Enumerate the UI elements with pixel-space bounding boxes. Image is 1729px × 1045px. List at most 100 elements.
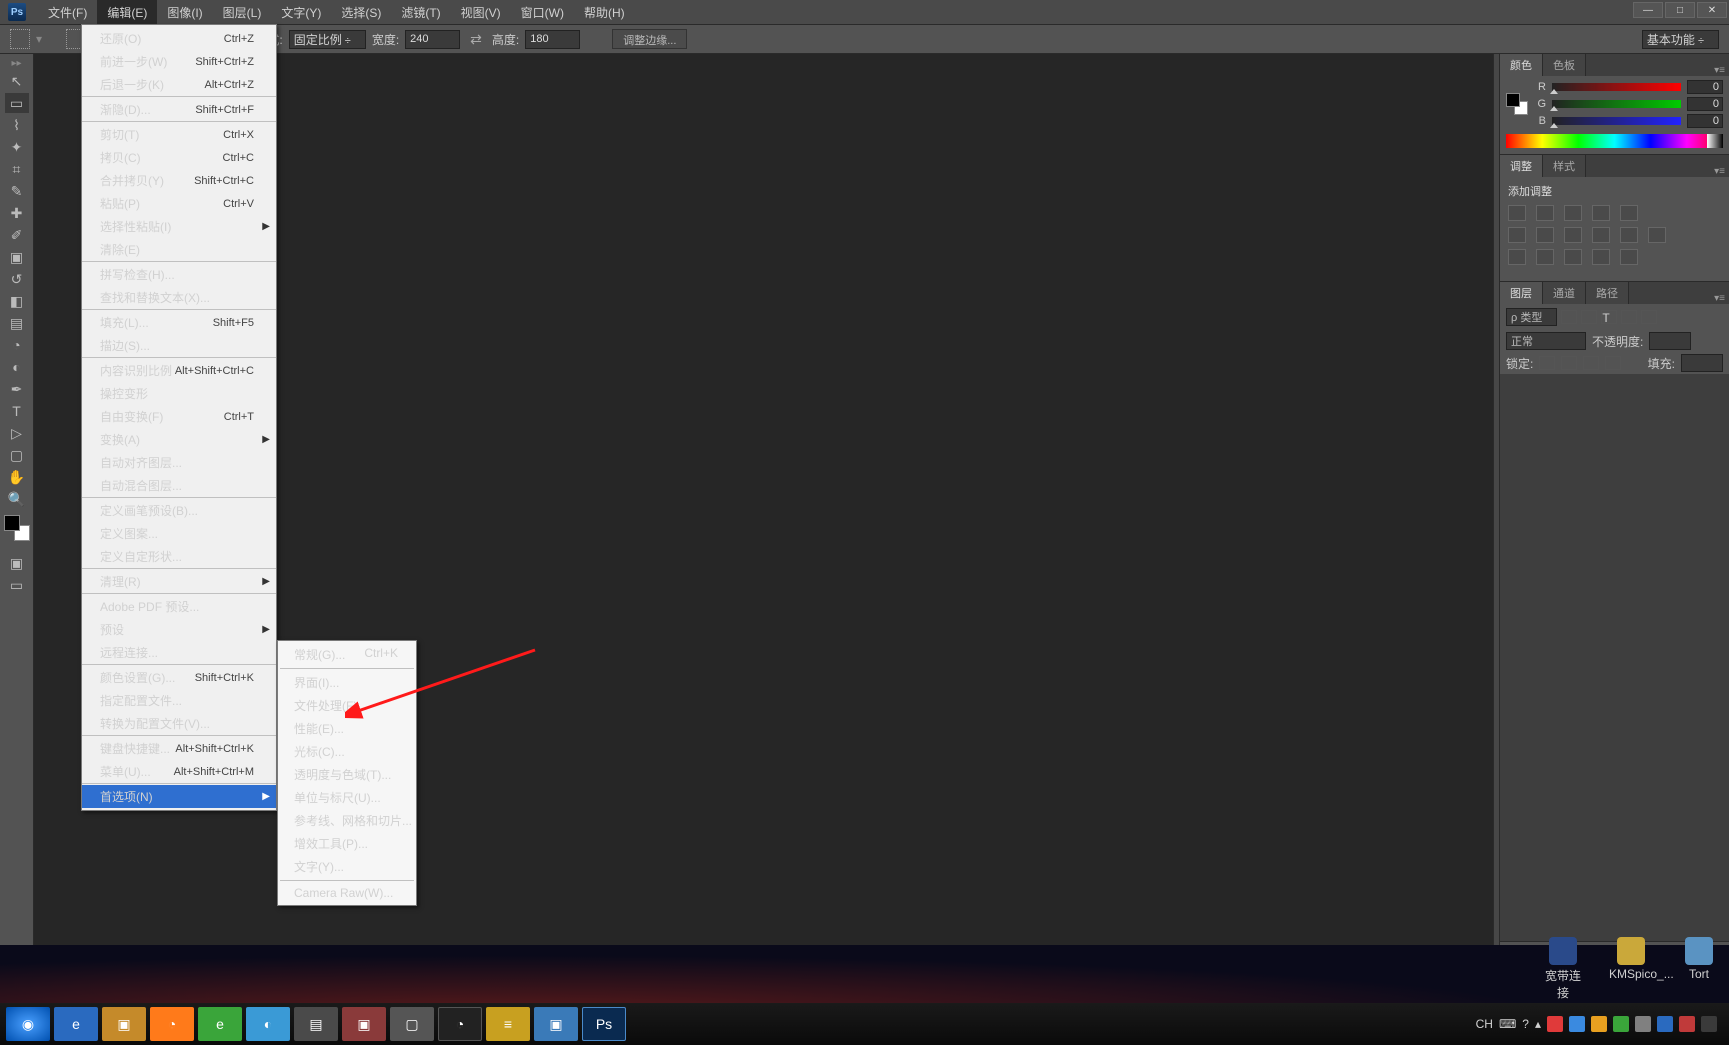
slider-b[interactable] <box>1552 117 1681 125</box>
value-g[interactable]: 0 <box>1687 97 1723 111</box>
path-select-tool-icon[interactable]: ▷ <box>5 423 29 443</box>
adj-posterize-icon[interactable] <box>1536 249 1554 265</box>
lasso-tool-icon[interactable]: ⌇ <box>5 115 29 135</box>
tab-swatches[interactable]: 色板 <box>1543 54 1586 76</box>
slider-r[interactable] <box>1552 83 1681 91</box>
wand-tool-icon[interactable]: ✦ <box>5 137 29 157</box>
tab-styles[interactable]: 样式 <box>1543 155 1586 177</box>
panel-menu-icon[interactable]: ▾≡ <box>1714 65 1725 76</box>
edit-menu-item[interactable]: 定义图案... <box>82 522 276 545</box>
prefs-units[interactable]: 单位与标尺(U)... <box>278 786 416 809</box>
workspace-select[interactable]: 基本功能 ÷ <box>1642 30 1719 49</box>
start-button[interactable]: ◉ <box>6 1007 50 1041</box>
tray-icon[interactable] <box>1657 1016 1673 1032</box>
adj-bw-icon[interactable] <box>1564 227 1582 243</box>
desktop-shortcut-kmspico[interactable]: KMSpico_... <box>1609 937 1653 1001</box>
edit-menu-item[interactable]: 定义画笔预设(B)... <box>82 499 276 522</box>
edit-menu-item[interactable]: 渐隐(D)...Shift+Ctrl+F <box>82 98 276 122</box>
stamp-tool-icon[interactable]: ▣ <box>5 247 29 267</box>
prefs-cameraraw[interactable]: Camera Raw(W)... <box>278 883 416 903</box>
adj-levels-icon[interactable] <box>1536 205 1554 221</box>
gradient-tool-icon[interactable]: ▤ <box>5 313 29 333</box>
tray-volume-icon[interactable] <box>1679 1016 1695 1032</box>
prefs-guides[interactable]: 参考线、网格和切片... <box>278 809 416 832</box>
quickmask-icon[interactable]: ▣ <box>5 553 29 573</box>
edit-menu-item[interactable]: 自动混合图层... <box>82 474 276 498</box>
tray-icon[interactable] <box>1569 1016 1585 1032</box>
tab-paths[interactable]: 路径 <box>1586 282 1629 304</box>
tab-color[interactable]: 颜色 <box>1500 54 1543 76</box>
edit-menu-item[interactable]: Adobe PDF 预设... <box>82 595 276 618</box>
desktop-shortcut-tort[interactable]: Tort <box>1677 937 1721 1001</box>
edit-menu-item[interactable]: 自动对齐图层... <box>82 451 276 474</box>
pen-tool-icon[interactable]: ✒ <box>5 379 29 399</box>
width-input[interactable] <box>405 30 460 49</box>
edit-menu-item[interactable]: 转换为配置文件(V)... <box>82 712 276 736</box>
move-tool-icon[interactable]: ↖ <box>5 71 29 91</box>
taskbar-photoshop-icon[interactable]: Ps <box>582 1007 626 1041</box>
value-b[interactable]: 0 <box>1687 114 1723 128</box>
prefs-transparency[interactable]: 透明度与色域(T)... <box>278 763 416 786</box>
edit-menu-item[interactable]: 清除(E) <box>82 238 276 262</box>
taskbar-app-icon[interactable]: ◔ <box>150 1007 194 1041</box>
taskbar-app3-icon[interactable]: ▣ <box>342 1007 386 1041</box>
edit-menu-item[interactable]: 选择性粘贴(I)▶ <box>82 215 276 238</box>
edit-menu-item[interactable]: 指定配置文件... <box>82 689 276 712</box>
filter-pixel-icon[interactable] <box>1561 310 1577 324</box>
taskbar-360-icon[interactable]: e <box>198 1007 242 1041</box>
edit-menu-item[interactable]: 剪切(T)Ctrl+X <box>82 123 276 146</box>
menu-type[interactable]: 文字(Y) <box>271 0 331 25</box>
type-tool-icon[interactable]: T <box>5 401 29 421</box>
blend-mode-select[interactable]: 正常 <box>1506 332 1586 350</box>
filter-adj-icon[interactable] <box>1581 310 1597 324</box>
edit-menu-item[interactable]: 定义自定形状... <box>82 545 276 569</box>
edit-menu-item[interactable]: 粘贴(P)Ctrl+V <box>82 192 276 215</box>
tab-layers[interactable]: 图层 <box>1500 282 1543 304</box>
adj-threshold-icon[interactable] <box>1564 249 1582 265</box>
prefs-filehandling[interactable]: 文件处理(F)... <box>278 694 416 717</box>
history-brush-tool-icon[interactable]: ↺ <box>5 269 29 289</box>
tray-icon[interactable] <box>1613 1016 1629 1032</box>
adj-channelmixer-icon[interactable] <box>1620 227 1638 243</box>
prefs-type[interactable]: 文字(Y)... <box>278 855 416 878</box>
blur-tool-icon[interactable]: ◔ <box>5 335 29 355</box>
taskbar-app5-icon[interactable]: ▣ <box>534 1007 578 1041</box>
adj-gradmap-icon[interactable] <box>1592 249 1610 265</box>
style-select[interactable]: 固定比例 ÷ <box>289 30 366 49</box>
marquee-tool-icon[interactable]: ▭ <box>5 93 29 113</box>
lock-pixels-icon[interactable] <box>1539 356 1555 370</box>
adj-hue-icon[interactable] <box>1508 227 1526 243</box>
ime-indicator[interactable]: CH <box>1476 1017 1493 1031</box>
filter-shape-icon[interactable] <box>1621 310 1637 324</box>
edit-menu-item[interactable]: 合并拷贝(Y)Shift+Ctrl+C <box>82 169 276 192</box>
adj-colorbalance-icon[interactable] <box>1536 227 1554 243</box>
edit-menu-item[interactable]: 还原(O)Ctrl+Z <box>82 27 276 50</box>
adj-curves-icon[interactable] <box>1564 205 1582 221</box>
crop-tool-icon[interactable]: ⌗ <box>5 159 29 179</box>
adj-invert-icon[interactable] <box>1508 249 1526 265</box>
edit-menu-item[interactable]: 远程连接... <box>82 641 276 665</box>
slider-g[interactable] <box>1552 100 1681 108</box>
adj-photofilter-icon[interactable] <box>1592 227 1610 243</box>
shape-tool-icon[interactable]: ▢ <box>5 445 29 465</box>
opacity-select[interactable] <box>1649 332 1691 350</box>
filter-kind-select[interactable]: ρ 类型 <box>1506 308 1557 326</box>
tab-channels[interactable]: 通道 <box>1543 282 1586 304</box>
eyedropper-tool-icon[interactable]: ✎ <box>5 181 29 201</box>
edit-menu-item[interactable]: 前进一步(W)Shift+Ctrl+Z <box>82 50 276 73</box>
brush-tool-icon[interactable]: ✐ <box>5 225 29 245</box>
desktop-shortcut-broadband[interactable]: 宽带连接 <box>1541 937 1585 1001</box>
adj-colorlookup-icon[interactable] <box>1648 227 1666 243</box>
edit-menu-item[interactable]: 填充(L)...Shift+F5 <box>82 311 276 334</box>
close-button[interactable]: ✕ <box>1697 2 1727 18</box>
edit-menu-item[interactable]: 预设▶ <box>82 618 276 641</box>
screenmode-icon[interactable]: ▭ <box>5 575 29 595</box>
edit-menu-item[interactable]: 清理(R)▶ <box>82 570 276 594</box>
edit-menu-item[interactable]: 操控变形 <box>82 382 276 405</box>
tray-icon[interactable] <box>1547 1016 1563 1032</box>
menu-view[interactable]: 视图(V) <box>451 0 511 25</box>
prefs-performance[interactable]: 性能(E)... <box>278 717 416 740</box>
taskbar-avatar-icon[interactable]: ◔ <box>438 1007 482 1041</box>
menu-image[interactable]: 图像(I) <box>157 0 212 25</box>
tray-help-icon[interactable]: ? <box>1522 1017 1529 1031</box>
